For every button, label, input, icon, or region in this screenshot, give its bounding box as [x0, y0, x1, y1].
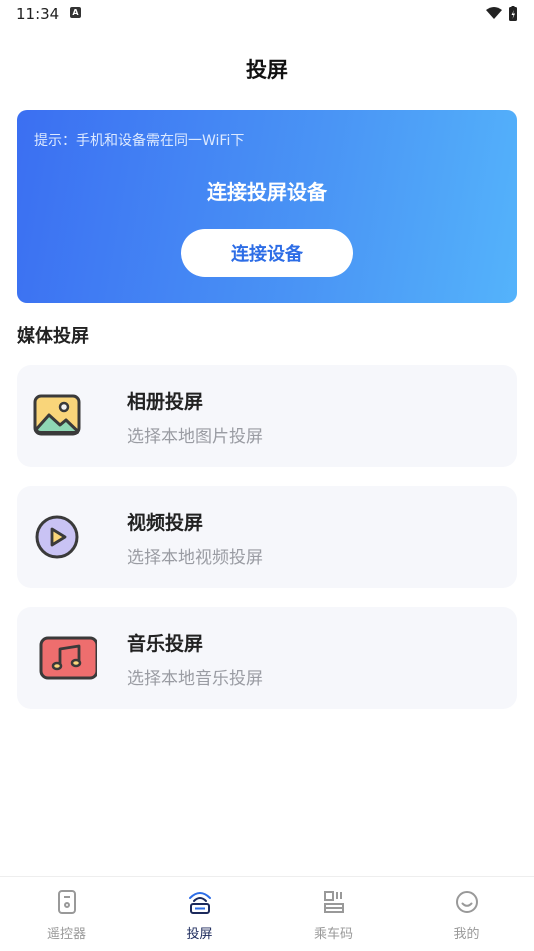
wifi-icon — [486, 7, 502, 19]
media-subtitle: 选择本地音乐投屏 — [127, 669, 263, 689]
battery-icon — [509, 6, 517, 21]
bottom-tab-bar: 遥控器 投屏 乘车码 我的 — [0, 876, 534, 951]
tab-mine[interactable]: 我的 — [400, 877, 533, 951]
music-icon — [33, 635, 99, 681]
media-title: 相册投屏 — [127, 391, 204, 413]
media-title: 音乐投屏 — [127, 633, 204, 655]
status-icons — [484, 6, 520, 26]
notification-icon: A — [70, 7, 81, 18]
tab-label: 乘车码 — [313, 927, 353, 942]
photo-icon — [33, 393, 81, 439]
connect-hint: 提示：手机和设备需在同一WiFi下 — [34, 133, 245, 149]
media-subtitle: 选择本地图片投屏 — [127, 427, 263, 447]
media-title: 视频投屏 — [127, 512, 204, 534]
connect-device-button[interactable]: 连接设备 — [181, 229, 353, 277]
tab-label: 遥控器 — [46, 927, 86, 942]
status-bar: 11:34 A — [0, 0, 534, 28]
status-time: 11:34 — [16, 5, 60, 23]
music-cast-card[interactable]: 音乐投屏 选择本地音乐投屏 — [17, 607, 517, 709]
photo-cast-card[interactable]: 相册投屏 选择本地图片投屏 — [17, 365, 517, 467]
tab-remote[interactable]: 遥控器 — [0, 877, 133, 951]
remote-icon — [54, 889, 80, 915]
video-cast-card[interactable]: 视频投屏 选择本地视频投屏 — [17, 486, 517, 588]
media-subtitle: 选择本地视频投屏 — [127, 548, 263, 568]
page-title: 投屏 — [246, 58, 288, 82]
cast-icon — [187, 889, 213, 915]
qr-code-icon — [321, 889, 347, 915]
section-title: 媒体投屏 — [17, 326, 89, 347]
tab-ride-code[interactable]: 乘车码 — [267, 877, 400, 951]
smile-icon — [454, 889, 480, 915]
tab-label: 我的 — [453, 927, 480, 942]
connect-title: 连接投屏设备 — [207, 180, 327, 204]
connect-card: 提示：手机和设备需在同一WiFi下 连接投屏设备 连接设备 — [17, 110, 517, 303]
tab-label: 投屏 — [186, 927, 213, 942]
tab-cast[interactable]: 投屏 — [133, 877, 266, 951]
video-icon — [33, 514, 81, 560]
